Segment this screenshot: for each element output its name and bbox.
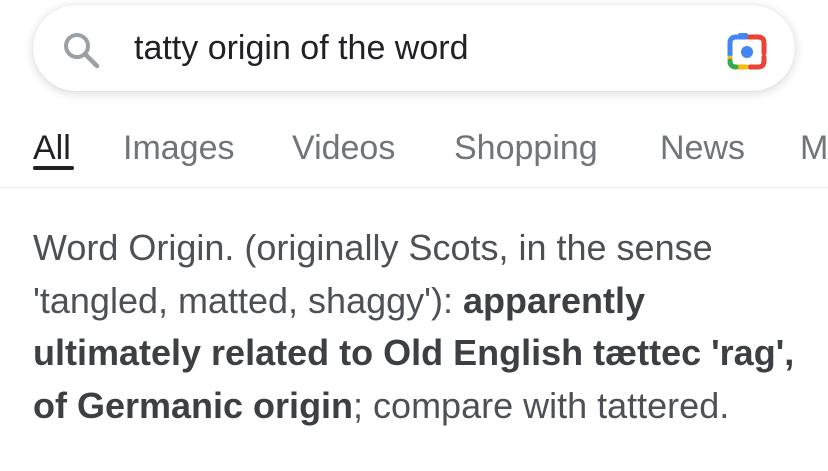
word-origin-snippet: Word Origin. (originally Scots, in the s…	[33, 222, 808, 432]
tab-images[interactable]: Images	[123, 128, 235, 168]
search-icon[interactable]	[61, 30, 101, 70]
search-results-page: All Images Videos Shopping News M Word O…	[0, 0, 828, 471]
tab-videos[interactable]: Videos	[292, 128, 395, 168]
google-lens-camera-icon[interactable]	[726, 31, 768, 71]
active-tab-indicator	[33, 166, 74, 170]
tab-shopping[interactable]: Shopping	[454, 128, 598, 168]
search-tabs: All Images Videos Shopping News M	[0, 118, 828, 188]
tab-news[interactable]: News	[660, 128, 745, 168]
search-bar[interactable]	[33, 5, 795, 91]
tab-all[interactable]: All	[33, 128, 71, 168]
search-input[interactable]	[134, 27, 694, 69]
tab-more-truncated[interactable]: M	[800, 128, 828, 168]
snippet-text-outro: ; compare with tattered.	[353, 384, 730, 426]
